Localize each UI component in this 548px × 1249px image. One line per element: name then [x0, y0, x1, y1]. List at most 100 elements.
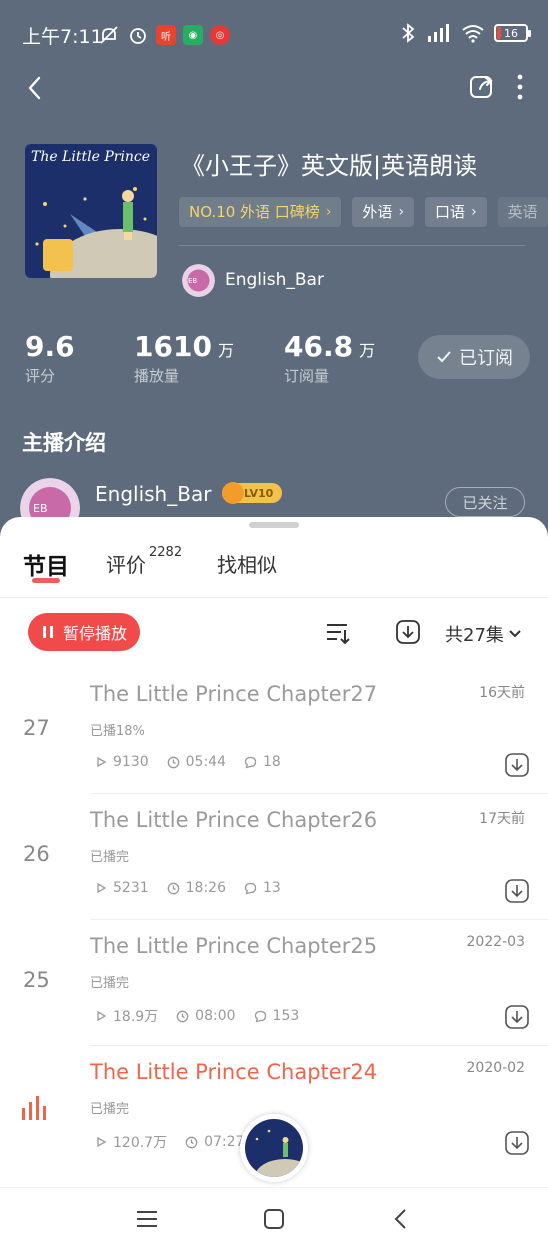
clock-icon [167, 756, 179, 768]
tag-label: 英语 [507, 203, 538, 221]
stat-label: 订阅量 [284, 367, 330, 385]
album-cover[interactable]: The Little Prince [25, 144, 157, 278]
episode-meta: 120.7万 07:27 [95, 1132, 262, 1152]
back-nav-icon[interactable] [386, 1204, 416, 1234]
subscribed-button[interactable]: 已订阅 [418, 335, 530, 379]
mini-player[interactable] [240, 1114, 308, 1182]
cover-title-text: The Little Prince [31, 149, 150, 165]
tab-label: 评价 [106, 553, 146, 577]
download-button[interactable] [504, 1130, 530, 1156]
chevron-right-icon: › [398, 204, 405, 220]
tab-similar[interactable]: 找相似 [217, 549, 277, 578]
rank-tag-label: NO.10 外语 口碑榜 [189, 203, 320, 221]
subscribed-label: 已订阅 [459, 348, 513, 369]
tab-reviews[interactable]: 评价2282 [106, 545, 182, 578]
comment-icon [244, 882, 257, 894]
home-icon[interactable] [259, 1204, 289, 1234]
episode-date: 2020-02 [466, 1060, 526, 1076]
stat-rating: 9.6 评分 [25, 330, 81, 386]
comment-count: 153 [272, 1008, 300, 1024]
episode-meta: 5231 18:26 13 [95, 880, 299, 896]
play-count: 5231 [113, 880, 149, 896]
level-icon [222, 482, 244, 504]
episode-date: 2022-03 [466, 934, 526, 950]
share-button[interactable] [466, 70, 498, 102]
tab-episodes[interactable]: 节目 [23, 547, 69, 581]
episode-count-label: 共27集 [445, 625, 504, 646]
episode-progress: 已播完 [90, 1102, 130, 1117]
tab-indicator [32, 578, 60, 583]
episode-date: 17天前 [479, 811, 525, 827]
pause-icon [42, 626, 53, 638]
divider [0, 597, 548, 598]
stat-label: 评分 [25, 367, 56, 385]
bluetooth-icon [402, 23, 415, 43]
stat-unit: 万 [217, 341, 234, 360]
now-playing-icon [22, 1096, 46, 1120]
episode-date: 16天前 [479, 685, 525, 701]
rank-tag[interactable]: NO.10 外语 口碑榜 › [179, 197, 342, 227]
chevron-right-icon: › [471, 204, 477, 220]
tag-foreign-language[interactable]: 外语 › [352, 197, 415, 227]
tab-label: 节目 [23, 554, 69, 580]
host-name[interactable]: English_Bar [95, 482, 211, 506]
play-count: 120.7万 [113, 1135, 168, 1151]
tag-spoken[interactable]: 口语 › [425, 197, 487, 227]
episode-progress: 已播完 [90, 976, 130, 991]
download-all-button[interactable] [395, 619, 421, 645]
tag-english[interactable]: 英语 [497, 197, 548, 227]
drag-handle[interactable] [249, 522, 299, 528]
followed-button[interactable]: 已关注 [445, 487, 525, 517]
download-button[interactable] [504, 878, 530, 904]
battery-icon: 16 [494, 24, 531, 42]
clock-icon [185, 1136, 198, 1148]
play-count: 18.9万 [113, 1009, 159, 1025]
clock-icon [167, 882, 179, 894]
download-button[interactable] [504, 752, 530, 778]
more-options-button[interactable] [506, 70, 534, 104]
comment-count: 18 [263, 754, 281, 770]
play-count-icon [97, 882, 107, 894]
pause-button[interactable]: 暂停播放 [28, 613, 140, 651]
back-button[interactable] [18, 70, 54, 106]
app-notification-icon: 听 [156, 25, 176, 45]
host-section-heading: 主播介绍 [22, 431, 106, 455]
episode-title: The Little Prince Chapter24 [90, 1060, 378, 1084]
episode-meta: 18.9万 08:00 153 [95, 1006, 317, 1026]
episode-sheet: 节目 评价2282 找相似 暂停播放 共27集 27 The Little Pr… [0, 517, 548, 1187]
play-count-icon [97, 1010, 107, 1022]
sort-button[interactable] [325, 620, 351, 646]
episode-title: The Little Prince Chapter27 [90, 682, 378, 706]
status-system-icons: 16 [399, 22, 531, 44]
episode-row[interactable]: 27 The Little Prince Chapter27 16天前 已播18… [0, 668, 548, 794]
author-avatar[interactable]: EB [182, 264, 215, 297]
download-button[interactable] [504, 1004, 530, 1030]
duration: 05:44 [185, 754, 226, 770]
menu-icon[interactable] [132, 1204, 162, 1234]
tag-label: 口语 [435, 203, 466, 221]
duration: 18:26 [185, 880, 226, 896]
play-count-icon [97, 756, 107, 768]
stat-label: 播放量 [134, 367, 180, 385]
album-title: 《小王子》英文版|英语朗读 [181, 152, 478, 180]
episode-row[interactable]: 25 The Little Prince Chapter25 2022-03 已… [0, 920, 548, 1046]
duration: 08:00 [195, 1008, 236, 1024]
stat-value: 46.8 [284, 330, 354, 363]
comment-icon [254, 1010, 266, 1022]
comment-count: 13 [263, 880, 281, 896]
episode-count-selector[interactable]: 共27集 [445, 621, 522, 647]
alarm-icon [130, 28, 146, 44]
divider [179, 245, 525, 246]
svg-text:EB: EB [188, 277, 197, 285]
stat-value: 9.6 [25, 330, 75, 363]
wifi-icon [462, 25, 484, 43]
author-name[interactable]: English_Bar [225, 270, 324, 290]
status-bar: 上午7:11 听 ◉ ◎ 16 [0, 0, 548, 68]
check-icon [437, 351, 451, 363]
signal-icon [428, 24, 449, 42]
episode-row[interactable]: 26 The Little Prince Chapter26 17天前 已播完 … [0, 794, 548, 920]
episode-title: The Little Prince Chapter25 [90, 934, 378, 958]
play-count: 9130 [113, 754, 149, 770]
shield-app-icon: ◉ [183, 25, 203, 45]
status-time: 上午7:11 [22, 26, 103, 48]
